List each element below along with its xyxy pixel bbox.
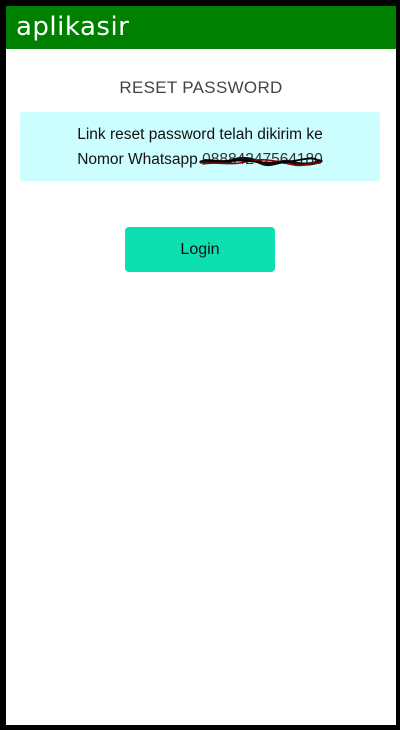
alert-message-line2: Nomor Whatsapp 08884247564180 (20, 147, 380, 172)
redacted-phone-number: 08884247564180 (199, 151, 323, 168)
login-button[interactable]: Login (125, 227, 275, 272)
alert-message-line1: Link reset password telah dikirim ke (77, 126, 323, 143)
app-screen: aplikasir RESET PASSWORD Link reset pass… (6, 6, 396, 725)
alert-message-prefix: Nomor Whatsapp (77, 151, 198, 168)
app-header: aplikasir (6, 6, 396, 49)
device-frame: aplikasir RESET PASSWORD Link reset pass… (0, 0, 400, 730)
info-alert: Link reset password telah dikirim ke Nom… (20, 112, 380, 181)
redaction-scribble (199, 156, 323, 167)
page-title: RESET PASSWORD (119, 78, 283, 97)
app-logo: aplikasir (16, 12, 130, 42)
